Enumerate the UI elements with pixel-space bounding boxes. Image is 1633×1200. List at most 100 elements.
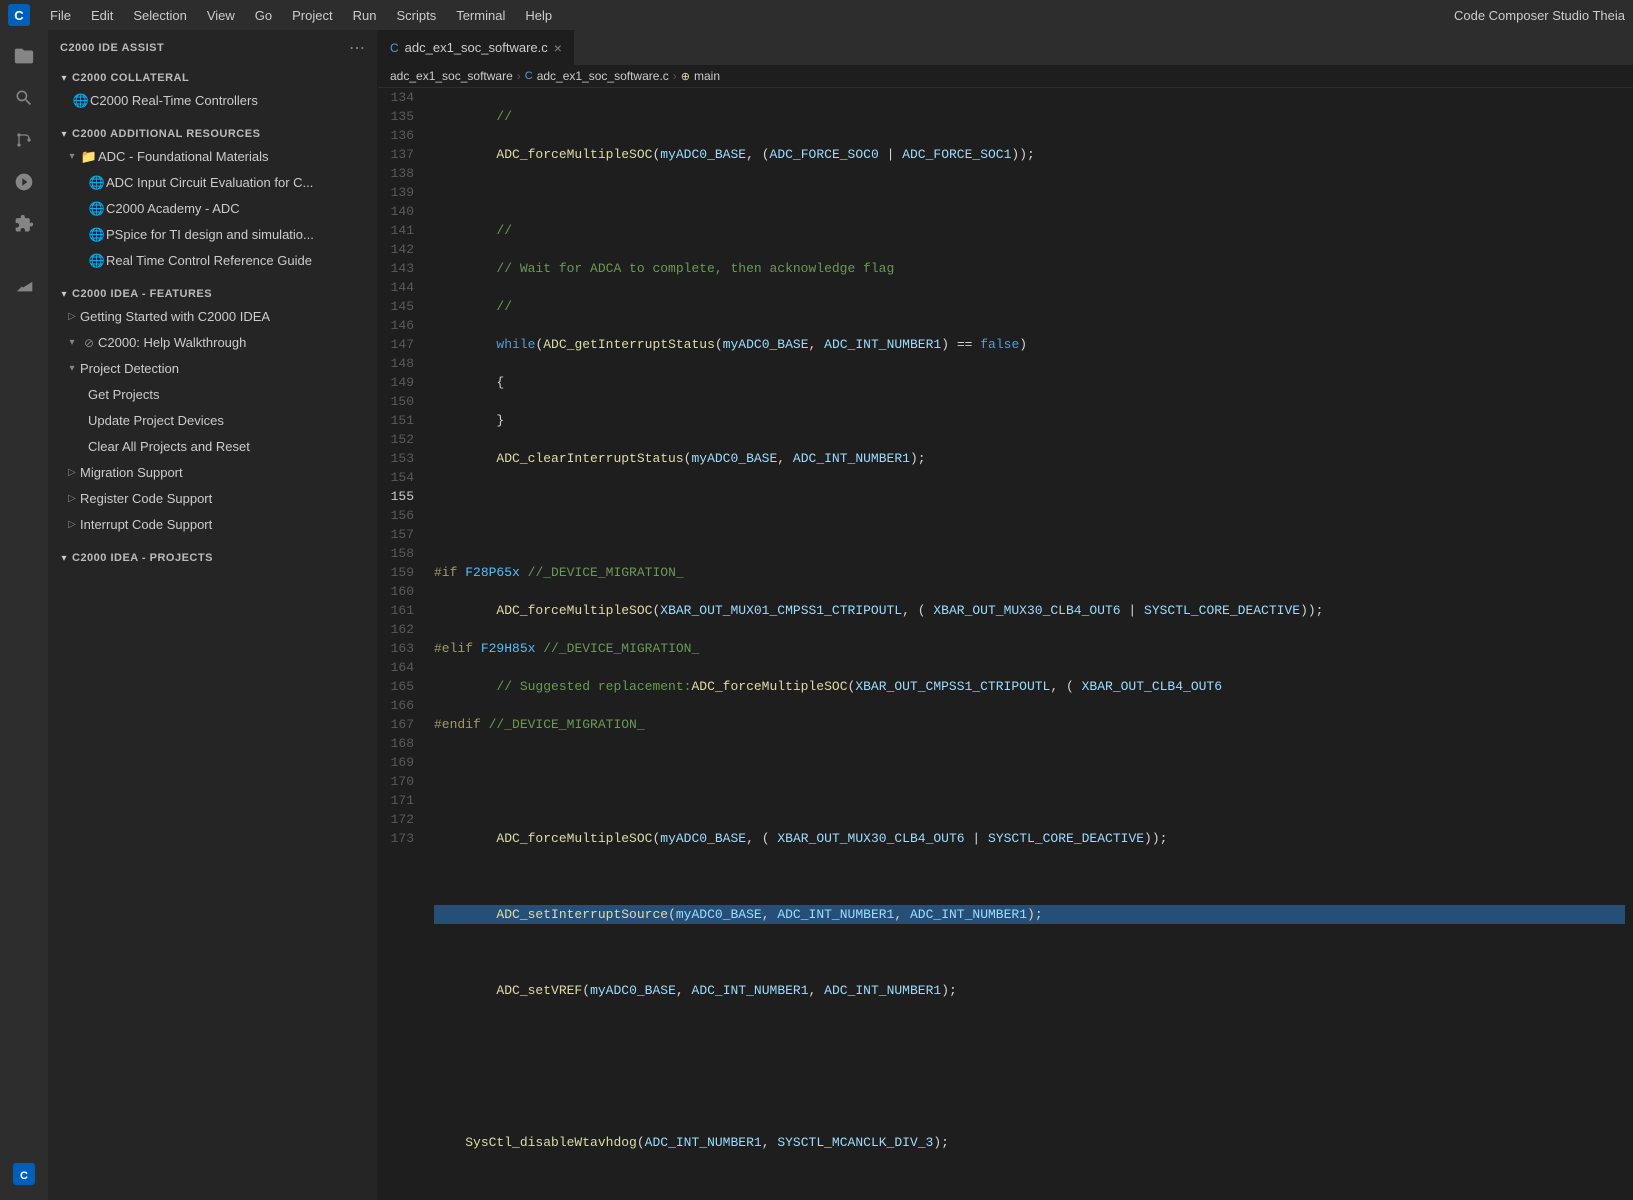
feature-interrupt-label: Interrupt Code Support — [80, 514, 212, 536]
collateral-item-realtime[interactable]: 🌐 C2000 Real-Time Controllers — [48, 88, 377, 114]
additional-item-adc-folder[interactable]: ▾ 📁 ADC - Foundational Materials — [48, 144, 377, 170]
activity-scm[interactable] — [6, 122, 42, 158]
additional-items: ▾ 📁 ADC - Foundational Materials 🌐 ADC I… — [48, 144, 377, 274]
features-label: C2000 IDEA - FEATURES — [72, 288, 212, 300]
feature-help-walkthrough[interactable]: ▾ ⊘ C2000: Help Walkthrough — [48, 330, 377, 356]
editor-area: C adc_ex1_soc_software.c × adc_ex1_soc_s… — [378, 30, 1633, 1200]
feature-register-code[interactable]: ▷ Register Code Support — [48, 486, 377, 512]
ln-140: 140 — [386, 202, 414, 221]
ln-134: 134 — [386, 88, 414, 107]
code-150: #endif //_DEVICE_MIGRATION_ — [434, 715, 1625, 734]
projects-arrow: ▾ — [56, 553, 72, 564]
section-features[interactable]: ▾ C2000 IDEA - FEATURES — [48, 282, 377, 304]
ln-144: 144 — [386, 278, 414, 297]
code-148: #elif F29H85x //_DEVICE_MIGRATION_ — [434, 639, 1625, 658]
ln-142: 142 — [386, 240, 414, 259]
feature-clear-projects[interactable]: Clear All Projects and Reset — [48, 434, 377, 460]
collateral-items: 🌐 C2000 Real-Time Controllers — [48, 88, 377, 114]
code-151 — [434, 753, 1625, 772]
code-136 — [434, 183, 1625, 202]
ln-150: 150 — [386, 392, 414, 411]
menu-terminal[interactable]: Terminal — [448, 6, 513, 25]
code-143: ADC_clearInterruptStatus(myADC0_BASE, AD… — [434, 449, 1625, 468]
globe-icon-5: 🌐 — [88, 250, 106, 272]
menu-selection[interactable]: Selection — [125, 6, 194, 25]
menu-edit[interactable]: Edit — [83, 6, 121, 25]
additional-item-pspice[interactable]: 🌐 PSpice for TI design and simulatio... — [48, 222, 377, 248]
ln-166: 166 — [386, 696, 414, 715]
additional-item-adc-input[interactable]: 🌐 ADC Input Circuit Evaluation for C... — [48, 170, 377, 196]
code-144 — [434, 487, 1625, 506]
ln-157: 157 — [386, 525, 414, 544]
tab-adc-ex1[interactable]: C adc_ex1_soc_software.c × — [378, 30, 575, 65]
activity-search[interactable] — [6, 80, 42, 116]
menu-project[interactable]: Project — [284, 6, 340, 25]
code-160 — [434, 1095, 1625, 1114]
tab-filename: adc_ex1_soc_software.c — [405, 40, 548, 55]
section-collateral[interactable]: ▾ C2000 COLLATERAL — [48, 66, 377, 88]
ln-153: 153 — [386, 449, 414, 468]
feature-getting-started[interactable]: ▷ Getting Started with C2000 IDEA — [48, 304, 377, 330]
project-detection-arrow: ▾ — [64, 358, 80, 380]
additional-item-realtime-ref[interactable]: 🌐 Real Time Control Reference Guide — [48, 248, 377, 274]
activity-explorer[interactable] — [6, 38, 42, 74]
code-139: // — [434, 297, 1625, 316]
feature-project-detection[interactable]: ▾ Project Detection — [48, 356, 377, 382]
breadcrumb-part2: adc_ex1_soc_software.c — [537, 69, 669, 83]
additional-academy-label: C2000 Academy - ADC — [106, 198, 240, 220]
activity-graph[interactable] — [6, 268, 42, 304]
ln-158: 158 — [386, 544, 414, 563]
code-editor[interactable]: 134 135 136 137 138 139 140 141 142 143 … — [378, 88, 1633, 1200]
menu-scripts[interactable]: Scripts — [388, 6, 444, 25]
code-161: SysCtl_disableWtavhdog(ADC_INT_NUMBER1, … — [434, 1133, 1625, 1152]
feature-clear-projects-label: Clear All Projects and Reset — [88, 436, 250, 458]
menu-view[interactable]: View — [199, 6, 243, 25]
menu-file[interactable]: File — [42, 6, 79, 25]
breadcrumb-part1: adc_ex1_soc_software — [390, 69, 513, 83]
code-content: // ADC_forceMultipleSOC(myADC0_BASE, (AD… — [426, 88, 1633, 1200]
ln-168: 168 — [386, 734, 414, 753]
ln-138: 138 — [386, 164, 414, 183]
collateral-label: C2000 COLLATERAL — [72, 72, 189, 84]
adc-folder-arrow: ▾ — [64, 146, 80, 168]
code-142: } — [434, 411, 1625, 430]
menu-go[interactable]: Go — [247, 6, 280, 25]
ln-135: 135 — [386, 107, 414, 126]
menu-help[interactable]: Help — [517, 6, 560, 25]
sidebar: C2000 IDE ASSIST ⋯ ▾ C2000 COLLATERAL 🌐 … — [48, 30, 378, 1200]
ln-165: 165 — [386, 677, 414, 696]
feature-update-devices[interactable]: Update Project Devices — [48, 408, 377, 434]
line-numbers: 134 135 136 137 138 139 140 141 142 143 … — [378, 88, 426, 1200]
ln-146: 146 — [386, 316, 414, 335]
activity-debug[interactable] — [6, 164, 42, 200]
activity-c2000[interactable]: C — [6, 1156, 42, 1192]
section-projects[interactable]: ▾ C2000 IDEA - PROJECTS — [48, 546, 377, 568]
additional-item-academy[interactable]: 🌐 C2000 Academy - ADC — [48, 196, 377, 222]
section-additional[interactable]: ▾ C2000 ADDITIONAL RESOURCES — [48, 122, 377, 144]
menu-run[interactable]: Run — [345, 6, 385, 25]
feature-get-projects[interactable]: Get Projects — [48, 382, 377, 408]
sidebar-more-button[interactable]: ⋯ — [349, 38, 365, 58]
register-code-arrow: ▷ — [64, 488, 80, 510]
tab-close-button[interactable]: × — [554, 40, 562, 56]
sidebar-panel-title: C2000 IDE ASSIST — [60, 42, 164, 54]
ln-152: 152 — [386, 430, 414, 449]
activity-extensions[interactable] — [6, 206, 42, 242]
collateral-arrow: ▾ — [56, 73, 72, 84]
code-158 — [434, 1019, 1625, 1038]
code-157: ADC_setVREF(myADC0_BASE, ADC_INT_NUMBER1… — [434, 981, 1625, 1000]
folder-icon: 📁 — [80, 146, 98, 168]
feature-register-label: Register Code Support — [80, 488, 212, 510]
feature-help-label: C2000: Help Walkthrough — [98, 332, 246, 354]
ln-169: 169 — [386, 753, 414, 772]
feature-migration-label: Migration Support — [80, 462, 183, 484]
feature-getting-started-label: Getting Started with C2000 IDEA — [80, 306, 270, 328]
ln-164: 164 — [386, 658, 414, 677]
feature-interrupt-code[interactable]: ▷ Interrupt Code Support — [48, 512, 377, 538]
tab-bar: C adc_ex1_soc_software.c × — [378, 30, 1633, 65]
menu-bar: C File Edit Selection View Go Project Ru… — [0, 0, 1633, 30]
additional-label: C2000 ADDITIONAL RESOURCES — [72, 128, 260, 140]
breadcrumb-part3: main — [694, 69, 720, 83]
feature-migration-support[interactable]: ▷ Migration Support — [48, 460, 377, 486]
code-141: { — [434, 373, 1625, 392]
